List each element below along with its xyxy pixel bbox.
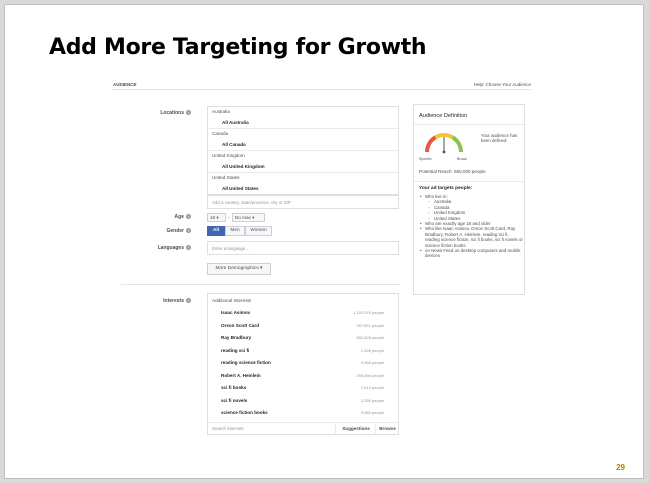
location-selection[interactable]: All Canada [222, 142, 246, 147]
location-region: Australia [212, 109, 230, 114]
interest-row[interactable]: sci fi novels 2,256 people [208, 398, 398, 410]
language-placeholder: Enter a language... [212, 246, 250, 251]
slide: Add More Targeting for Growth AUDIENCE H… [4, 4, 644, 479]
location-region: United Kingdom [212, 153, 245, 158]
help-icon[interactable]: ? [186, 228, 191, 234]
language-input[interactable]: Enter a language... [207, 241, 399, 255]
suggestions-button[interactable]: Suggestions [335, 423, 376, 435]
audience-screenshot: AUDIENCE Help: Choose Your Audience Loca… [111, 79, 531, 441]
interest-count: 357,831 people [356, 322, 384, 328]
interest-row[interactable]: Robert A. Heinlein 298,496 people [208, 373, 398, 385]
divider [414, 181, 524, 182]
location-search-input[interactable]: Add a country, state/province, city or Z… [207, 195, 399, 209]
location-selection[interactable]: All Australia [222, 120, 249, 125]
interests-search-input[interactable]: Search interests [212, 426, 244, 431]
help-icon[interactable]: ? [186, 298, 191, 304]
interest-row[interactable]: Ray Bradbury 582,828 people [208, 335, 398, 347]
age-dash: - [228, 215, 230, 221]
age-label: Age? [174, 214, 191, 220]
gauge-red-segment [425, 135, 437, 153]
interest-name: sci fi books [221, 385, 247, 390]
target-placement: on News Feed on desktop computers and mo… [419, 248, 523, 259]
interests-box[interactable]: Additional Interests Isaac Asimov 1,152,… [207, 293, 399, 435]
locations-label: Locations? [160, 110, 191, 116]
interest-name: science fiction books [221, 410, 268, 415]
help-icon[interactable]: ? [186, 214, 191, 220]
location-selection[interactable]: All United Kingdom [222, 164, 265, 169]
slide-title: Add More Targeting for Growth [49, 35, 427, 60]
interests-header: Additional Interests [212, 298, 252, 303]
gender-women-button[interactable]: Women [245, 226, 272, 236]
interest-row[interactable]: Isaac Asimov 1,152,976 people [208, 310, 398, 322]
divider [414, 124, 524, 125]
divider [208, 128, 398, 129]
interest-row[interactable]: sci fi books 1,614 people [208, 385, 398, 397]
interest-count: 2,496 people [360, 347, 384, 353]
definition-status: Your audience has been defined [481, 133, 518, 144]
interest-row[interactable]: reading sci fi 2,496 people [208, 348, 398, 360]
targets-header: Your ad targets people: [419, 186, 473, 191]
location-selection[interactable]: All United States [222, 186, 259, 191]
browse-button[interactable]: Browse [375, 423, 399, 435]
interest-count: 3,585 people [360, 410, 384, 415]
interests-label: Interests? [163, 298, 191, 304]
gender-all-button[interactable]: All [207, 226, 225, 236]
locations-box[interactable]: Australia All Australia Canada All Canad… [207, 106, 399, 195]
audience-section-title: AUDIENCE [113, 82, 137, 87]
interest-name: Orson Scott Card [221, 322, 260, 328]
targets-list: Who live in: Australia Canada United Kin… [419, 194, 523, 259]
gauge-specific-label: Specific [419, 157, 432, 161]
interest-count: 1,614 people [360, 385, 384, 390]
help-icon[interactable]: ? [186, 245, 191, 251]
gauge-broad-label: Broad [457, 157, 467, 161]
gender-men-button[interactable]: Men [225, 226, 245, 236]
page-number: 29 [616, 463, 625, 472]
interest-count: 298,496 people [356, 372, 384, 378]
gender-label: Gender? [166, 228, 191, 234]
gauge-green-segment [451, 135, 463, 153]
languages-label: Languages? [157, 245, 191, 251]
gauge-yellow-segment [434, 133, 454, 140]
interest-count: 2,256 people [360, 397, 384, 403]
location-placeholder: Add a country, state/province, city or Z… [212, 200, 291, 205]
interest-count: 3,968 people [360, 360, 384, 365]
divider [208, 172, 398, 173]
potential-reach: Potential Reach: 660,000 people [419, 169, 486, 174]
more-demographics-button[interactable]: More Demographics ▾ [207, 263, 271, 275]
interests-footer: Search interests Suggestions Browse [208, 422, 398, 435]
age-max-select[interactable]: No max ▾ [232, 213, 265, 222]
gauge-hub [442, 150, 446, 154]
interest-row[interactable]: science fiction books 3,585 people [208, 410, 398, 422]
interest-name: sci fi novels [221, 397, 248, 403]
interest-row[interactable]: Orson Scott Card 357,831 people [208, 323, 398, 335]
audience-gauge-icon [425, 133, 463, 154]
location-region: United States [212, 175, 240, 180]
interest-name: Ray Bradbury [221, 335, 252, 340]
interest-name: Robert A. Heinlein [221, 372, 261, 378]
help-link[interactable]: Help: Choose Your Audience [474, 82, 531, 87]
definition-title: Audience Definition [419, 113, 468, 119]
help-icon[interactable]: ? [186, 110, 191, 116]
interest-count: 582,828 people [356, 335, 384, 340]
interest-name: reading science fiction [221, 360, 271, 365]
divider [208, 150, 398, 151]
interest-name: reading sci fi [221, 347, 250, 353]
location-region: Canada [212, 131, 229, 136]
interest-row[interactable]: reading science fiction 3,968 people [208, 360, 398, 372]
section-divider [121, 284, 401, 285]
audience-definition-panel: Audience Definition Specific Broad Your … [413, 104, 525, 295]
target-likes: Who like Isaac Asimov, Orson Scott Card,… [419, 226, 523, 248]
interest-name: Isaac Asimov [221, 310, 251, 315]
audience-header: AUDIENCE Help: Choose Your Audience [111, 79, 531, 90]
interest-count: 1,152,976 people [353, 310, 384, 315]
age-min-select[interactable]: 18 ▾ [207, 213, 226, 222]
